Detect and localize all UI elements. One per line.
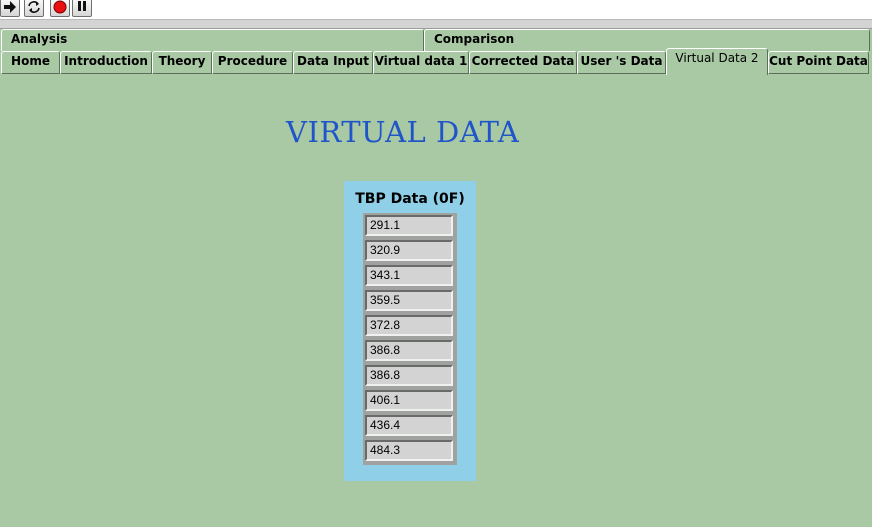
- tbp-data-array: TBP Data (0F) 291.1 320.9 343.1 359.5 37…: [344, 181, 476, 481]
- tbp-data-cell[interactable]: 372.8: [365, 315, 453, 336]
- pause-icon: [78, 1, 86, 11]
- abort-button[interactable]: [50, 0, 70, 17]
- tab-introduction[interactable]: Introduction: [60, 51, 152, 74]
- tab-virtual-data-1[interactable]: Virtual data 1: [373, 51, 469, 74]
- tbp-data-cell[interactable]: 291.1: [365, 215, 453, 236]
- run-continuously-button[interactable]: [24, 0, 44, 17]
- tab-home[interactable]: Home: [1, 51, 60, 74]
- run-continuously-icon: [28, 1, 40, 13]
- tab-procedure[interactable]: Procedure: [212, 51, 293, 74]
- tbp-data-cell[interactable]: 386.8: [365, 340, 453, 361]
- tab-users-data[interactable]: User 's Data: [577, 51, 666, 74]
- tab-theory[interactable]: Theory: [152, 51, 212, 74]
- tab-cut-point-data[interactable]: Cut Point Data: [768, 51, 869, 74]
- tab-data-input[interactable]: Data Input: [293, 51, 373, 74]
- page-title: VIRTUAL DATA: [286, 115, 520, 149]
- tbp-data-cell[interactable]: 359.5: [365, 290, 453, 311]
- tab-comparison[interactable]: Comparison: [424, 29, 870, 51]
- tab-corrected-data[interactable]: Corrected Data: [469, 51, 577, 74]
- run-arrow-button[interactable]: [0, 0, 20, 17]
- tbp-data-cell[interactable]: 436.4: [365, 415, 453, 436]
- tbp-data-cell[interactable]: 343.1: [365, 265, 453, 286]
- toolbar-divider: [0, 20, 872, 29]
- abort-stop-icon: [53, 0, 67, 14]
- tbp-data-cell[interactable]: 484.3: [365, 440, 453, 461]
- tbp-data-cell[interactable]: 386.8: [365, 365, 453, 386]
- tbp-data-cell[interactable]: 320.9: [365, 240, 453, 261]
- tbp-data-list: 291.1 320.9 343.1 359.5 372.8 386.8 386.…: [363, 213, 457, 465]
- tab-analysis[interactable]: Analysis: [1, 29, 424, 51]
- tbp-data-cell[interactable]: 406.1: [365, 390, 453, 411]
- toolbar: [0, 0, 872, 20]
- tab-virtual-data-2[interactable]: Virtual Data 2: [666, 48, 768, 75]
- tbp-data-label: TBP Data (0F): [355, 191, 465, 207]
- pause-button[interactable]: [72, 0, 92, 17]
- run-arrow-icon: [4, 1, 16, 13]
